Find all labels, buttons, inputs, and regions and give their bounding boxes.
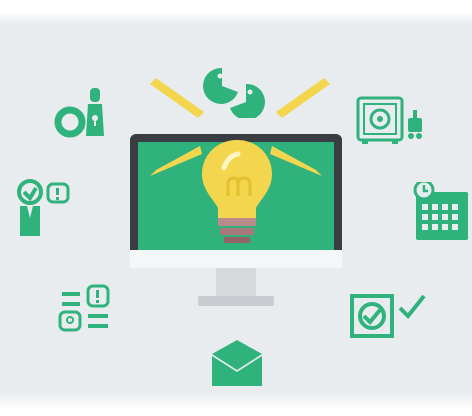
calendar-icon: [410, 182, 470, 242]
light-rays-icon: [150, 78, 330, 118]
key-lock-icon: [54, 84, 112, 140]
checkbox-check-icon: [350, 288, 430, 342]
faq-chat-icon: [56, 284, 114, 334]
person-question-icon: [14, 178, 72, 238]
envelope-icon: [210, 336, 264, 388]
illustration-canvas: [0, 0, 472, 416]
safe-icon: [356, 96, 426, 146]
lightbulb-icon: [198, 138, 276, 250]
